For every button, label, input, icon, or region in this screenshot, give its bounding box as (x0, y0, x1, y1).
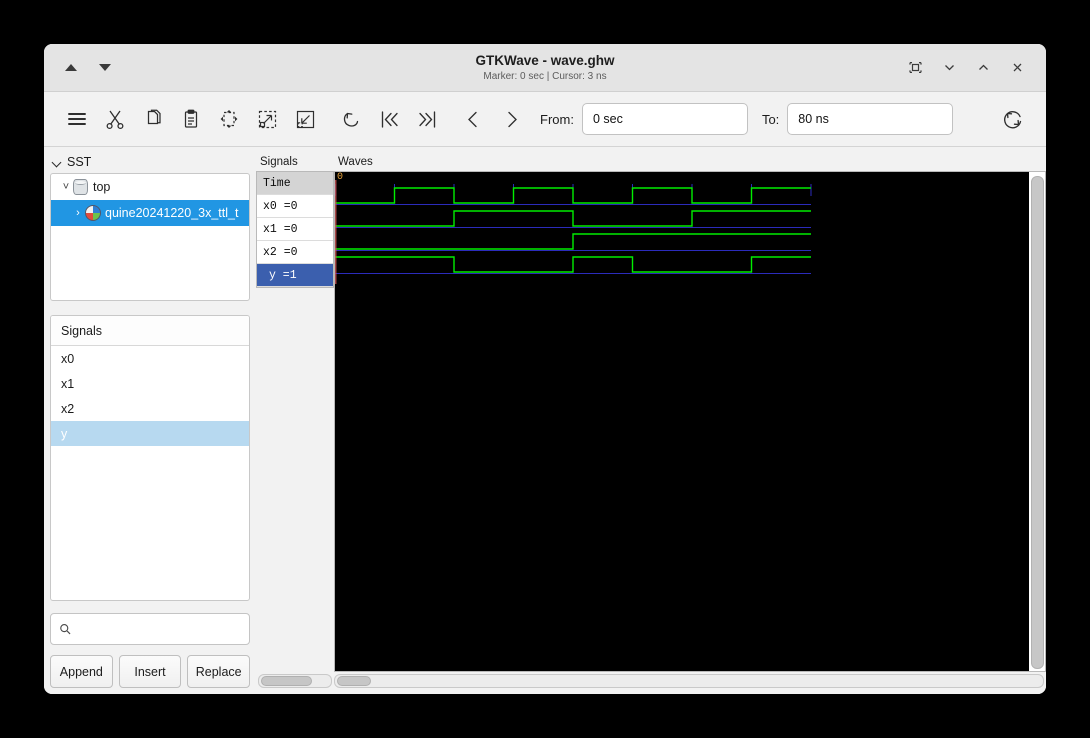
to-label: To: (761, 111, 780, 127)
zoom-fit-icon[interactable] (210, 100, 248, 138)
search-input[interactable] (77, 621, 241, 637)
list-item[interactable]: x1 (51, 371, 249, 396)
signal-name: x1 (61, 376, 75, 391)
list-item-selected[interactable]: y (51, 421, 249, 446)
hamburger-icon[interactable] (58, 100, 96, 138)
chevron-down-icon[interactable] (934, 53, 964, 83)
tree-item-top[interactable]: ˅ top (51, 174, 249, 200)
skip-end-icon[interactable] (408, 100, 446, 138)
wave-names-list: Time x0 =0 x1 =0 x2 =0 y =1 (256, 171, 334, 288)
restore-box-icon[interactable] (900, 53, 930, 83)
title-block: GTKWave - wave.ghw Marker: 0 sec | Curso… (44, 52, 1046, 83)
wave-names-panel: Signals Time x0 =0 x1 =0 x2 =0 y =1 (256, 147, 334, 694)
wave-row-label: Time (263, 176, 291, 190)
signal-name: x2 (61, 401, 75, 416)
replace-button[interactable]: Replace (187, 655, 251, 688)
chevron-right-icon[interactable] (492, 100, 530, 138)
signal-name: y (61, 426, 68, 441)
search-icon (60, 624, 71, 635)
chevron-left-icon[interactable] (454, 100, 492, 138)
waves-panel: Waves 0 (334, 147, 1046, 694)
zoom-out-arrow-icon[interactable] (286, 100, 324, 138)
skip-start-icon[interactable] (370, 100, 408, 138)
from-input[interactable]: 0 sec (581, 103, 748, 135)
wave-row-x1[interactable]: x1 =0 (257, 218, 333, 241)
insert-button[interactable]: Insert (118, 655, 182, 688)
sphere-icon (85, 205, 101, 221)
from-label: From: (540, 111, 574, 127)
triangle-down-icon[interactable] (96, 59, 114, 77)
search-box[interactable] (50, 613, 250, 645)
toolbar: From: 0 sec To: 80 ns (44, 92, 1046, 147)
list-item[interactable]: x0 (51, 346, 249, 371)
to-input[interactable]: 80 ns (787, 103, 954, 135)
scissors-icon[interactable] (96, 100, 134, 138)
title-bar: GTKWave - wave.ghw Marker: 0 sec | Curso… (44, 44, 1046, 92)
list-item[interactable]: x2 (51, 396, 249, 421)
undo-arrow-icon[interactable] (332, 100, 370, 138)
waves-area: 0 (334, 171, 1046, 672)
waves-header: Waves (338, 156, 373, 168)
wave-row-y[interactable]: y =1 (257, 264, 333, 287)
clipboard-icon[interactable] (172, 100, 210, 138)
copy-pages-icon[interactable] (134, 100, 172, 138)
left-panel: SST ˅ top › quine20241220_3x_ttl_t Signa… (44, 147, 256, 694)
tree-item-quine[interactable]: › quine20241220_3x_ttl_t (51, 200, 249, 226)
scrollbar-thumb[interactable] (337, 676, 371, 686)
gtkwave-window: GTKWave - wave.ghw Marker: 0 sec | Curso… (44, 44, 1046, 694)
scrollbar-thumb[interactable] (1031, 176, 1044, 669)
wave-row-label: x0 =0 (263, 199, 298, 213)
tree-item-label: quine20241220_3x_ttl_t (105, 206, 239, 220)
chevron-down-icon (52, 157, 63, 168)
zero-time-marker-label: 0 (337, 172, 344, 183)
sst-tree: ˅ top › quine20241220_3x_ttl_t (50, 173, 250, 301)
sst-header[interactable]: SST (50, 153, 250, 173)
wave-row-label: x2 =0 (263, 245, 298, 259)
chevron-right-icon[interactable]: › (71, 207, 85, 219)
action-buttons: Append Insert Replace (50, 655, 251, 688)
window-title: GTKWave - wave.ghw (475, 53, 615, 68)
tree-item-label: top (93, 180, 111, 194)
waves-hscrollbar[interactable] (334, 674, 1044, 688)
cylinder-icon (73, 179, 88, 195)
zoom-in-arrow-icon[interactable] (248, 100, 286, 138)
marker-cursor-status: Marker: 0 sec | Cursor: 3 ns (483, 71, 607, 82)
signals-list-panel: Signals x0 x1 x2 y (50, 315, 250, 601)
title-bar-left-controls (44, 59, 114, 77)
wave-row-label: y =1 (269, 268, 297, 282)
scrollbar-thumb[interactable] (261, 676, 312, 686)
wave-row-x0[interactable]: x0 =0 (257, 195, 333, 218)
waves-vscrollbar[interactable] (1029, 172, 1045, 671)
wave-names-header: Signals (260, 156, 298, 168)
wave-names-empty-area (256, 288, 334, 672)
append-button[interactable]: Append (50, 655, 113, 688)
chevron-down-icon[interactable]: ˅ (59, 181, 73, 193)
window-controls (900, 53, 1046, 83)
sst-label: SST (67, 155, 92, 169)
close-x-icon[interactable] (1002, 53, 1032, 83)
waveform-svg (335, 180, 812, 284)
wave-row-x2[interactable]: x2 =0 (257, 241, 333, 264)
signals-list-title: Signals (51, 316, 249, 346)
reload-circle-icon[interactable] (994, 100, 1032, 138)
wave-names-hscrollbar[interactable] (258, 674, 332, 688)
chevron-up-icon[interactable] (968, 53, 998, 83)
wave-canvas[interactable]: 0 (335, 172, 1029, 671)
triangle-up-icon[interactable] (62, 59, 80, 77)
wave-row-label: x1 =0 (263, 222, 298, 236)
signal-name: x0 (61, 351, 75, 366)
wave-row-time[interactable]: Time (257, 172, 333, 195)
main-body: SST ˅ top › quine20241220_3x_ttl_t Signa… (44, 147, 1046, 694)
